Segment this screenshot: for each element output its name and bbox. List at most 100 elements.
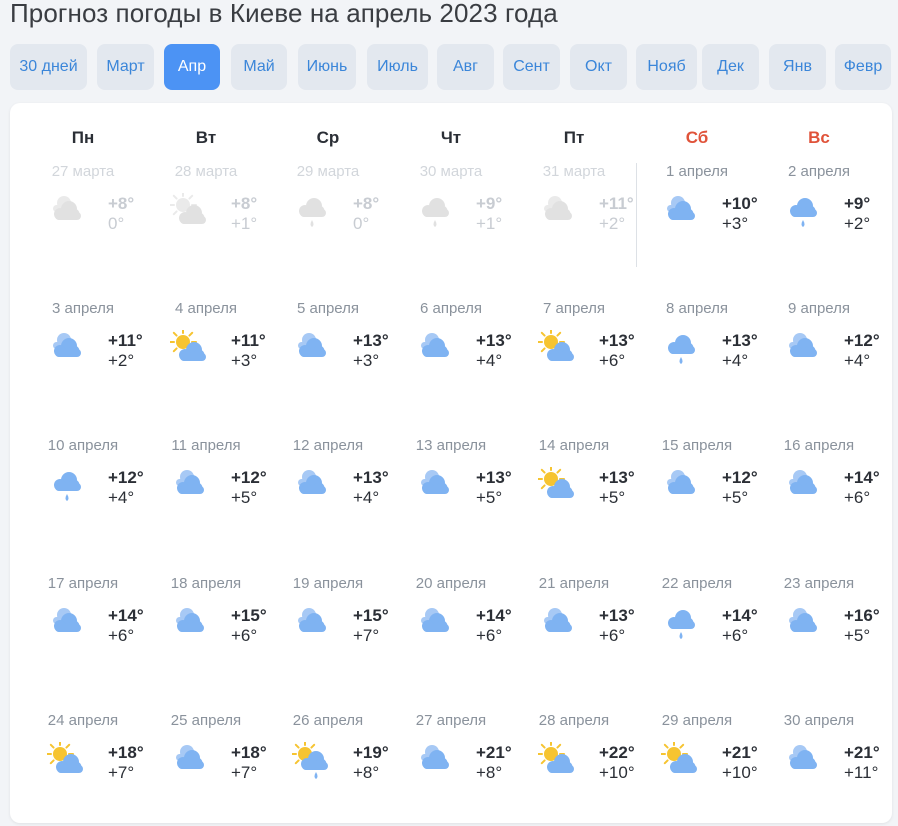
day-date: 3 апреля [51,300,115,317]
day-cell[interactable]: 21 апреля +13° +6° [513,561,635,689]
month-tab[interactable]: Авг [437,44,494,90]
temp-min: +8° [353,763,380,782]
weekday-header: Пт [563,128,585,147]
day-date: 27 апреля [415,712,487,729]
day-cell[interactable]: 27 апреля +21° +8° [390,698,512,826]
cloudy-icon [661,193,701,233]
temp-max: +8° [353,194,380,213]
day-date: 25 апреля [170,712,242,729]
day-cell[interactable]: 5 апреля +13° +3° [267,286,389,414]
day-cell[interactable]: 18 апреля +15° +6° [145,561,267,689]
day-cell[interactable]: 23 апреля +16° +5° [758,561,880,689]
day-date: 26 апреля [292,712,364,729]
temp-min: +6° [599,351,626,370]
temp-min: +5° [231,488,258,507]
day-cell[interactable]: 7 апреля +13° +6° [513,286,635,414]
month-tab[interactable]: Дек [702,44,759,90]
temp-max: +13° [599,331,635,350]
cloudy-icon [47,193,87,233]
temp-max: +12° [231,468,267,487]
day-date: 5 апреля [296,300,360,317]
temp-min: +6° [231,626,258,645]
day-cell[interactable]: 30 апреля +21° +11° [758,698,880,826]
rain-icon [661,605,701,645]
day-cell[interactable]: 30 марта +9° +1° [390,149,512,277]
temp-min: 0° [353,214,370,233]
temp-max: +15° [353,606,389,625]
month-tab[interactable]: Июль [367,44,428,90]
sun-rain-icon [291,740,332,782]
temp-max: +22° [599,743,635,762]
month-tab[interactable]: Июнь [298,44,356,90]
sun-cloud-icon [537,465,578,507]
day-cell[interactable]: 19 апреля +15° +7° [267,561,389,689]
day-cell[interactable]: 14 апреля +13° +5° [513,423,635,551]
month-tabs: 30 дней Март Апр Май Июнь Июль Авг Сент Окт Нояб Д… [0,44,898,90]
day-date: 8 апреля [665,300,729,317]
day-cell[interactable]: 9 апреля +12° +4° [758,286,880,414]
day-cell[interactable]: 10 апреля +12° +4° [22,423,144,551]
day-cell[interactable]: 27 марта +8° 0° [22,149,144,277]
day-cell[interactable]: 1 апреля +10° +3° [636,149,758,277]
day-date: 12 апреля [292,437,364,454]
day-cell[interactable]: 29 марта +8° 0° [267,149,389,277]
day-cell[interactable]: 12 апреля +13° +4° [267,423,389,551]
day-cell[interactable]: 28 марта +8° +1° [145,149,267,277]
day-cell[interactable]: 22 апреля +14° +6° [636,561,758,689]
rain-icon [292,193,332,233]
cloudy-icon [415,330,455,370]
day-cell[interactable]: 6 апреля +13° +4° [390,286,512,414]
month-tab[interactable]: Февр [835,44,891,90]
day-date: 15 апреля [661,437,733,454]
temp-min: +7° [231,763,258,782]
weekday-header: Пн [71,128,95,147]
day-date: 21 апреля [538,575,610,592]
day-cell[interactable]: 28 апреля +22° +10° [513,698,635,826]
temp-max: +10° [722,194,758,213]
page-title: Прогноз погоды в Киеве на апрель 2023 го… [10,0,558,28]
day-cell[interactable]: 26 апреля +19° +8° [267,698,389,826]
day-date: 11 апреля [171,437,241,454]
day-date: 23 апреля [783,575,855,592]
cloudy-icon [415,605,455,645]
rain-icon [415,193,455,233]
day-cell[interactable]: 24 апреля +18° +7° [22,698,144,826]
rain-icon [783,193,823,233]
day-date: 16 апреля [783,437,855,454]
day-cell[interactable]: 2 апреля +9° +2° [758,149,880,277]
temp-min: +6° [722,626,749,645]
temp-min: +3° [722,214,749,233]
weekday-header: Вс [808,128,830,147]
weekday-header: Сб [685,128,709,147]
day-cell[interactable]: 8 апреля +13° +4° [636,286,758,414]
cloudy-icon [538,193,578,233]
month-tab[interactable]: Апр [164,44,220,90]
month-tab[interactable]: 30 дней [10,44,87,90]
day-cell[interactable]: 25 апреля +18° +7° [145,698,267,826]
day-cell[interactable]: 15 апреля +12° +5° [636,423,758,551]
month-tab[interactable]: Май [231,44,287,90]
day-cell[interactable]: 11 апреля +12° +5° [145,423,267,551]
month-tab[interactable]: Сент [503,44,560,90]
day-cell[interactable]: 31 марта +11° +2° [513,149,635,277]
cloudy-icon [783,605,823,645]
day-cell[interactable]: 3 апреля +11° +2° [22,286,144,414]
temp-min: +6° [844,488,871,507]
cloudy-icon [47,330,87,370]
month-tab[interactable]: Март [97,44,154,90]
cloudy-icon [170,605,210,645]
day-cell[interactable]: 4 апреля +11° +3° [145,286,267,414]
temp-max: +12° [722,468,758,487]
temp-max: +18° [231,743,267,762]
month-tab[interactable]: Нояб [636,44,697,90]
month-tab[interactable]: Янв [769,44,826,90]
day-cell[interactable]: 29 апреля +21° +10° [636,698,758,826]
day-cell[interactable]: 17 апреля +14° +6° [22,561,144,689]
day-cell[interactable]: 13 апреля +13° +5° [390,423,512,551]
day-cell[interactable]: 16 апреля +14° +6° [758,423,880,551]
temp-min: +4° [722,351,749,370]
temp-min: +4° [353,488,380,507]
day-cell[interactable]: 20 апреля +14° +6° [390,561,512,689]
month-tab[interactable]: Окт [570,44,627,90]
sun-cloud-icon [169,191,210,233]
